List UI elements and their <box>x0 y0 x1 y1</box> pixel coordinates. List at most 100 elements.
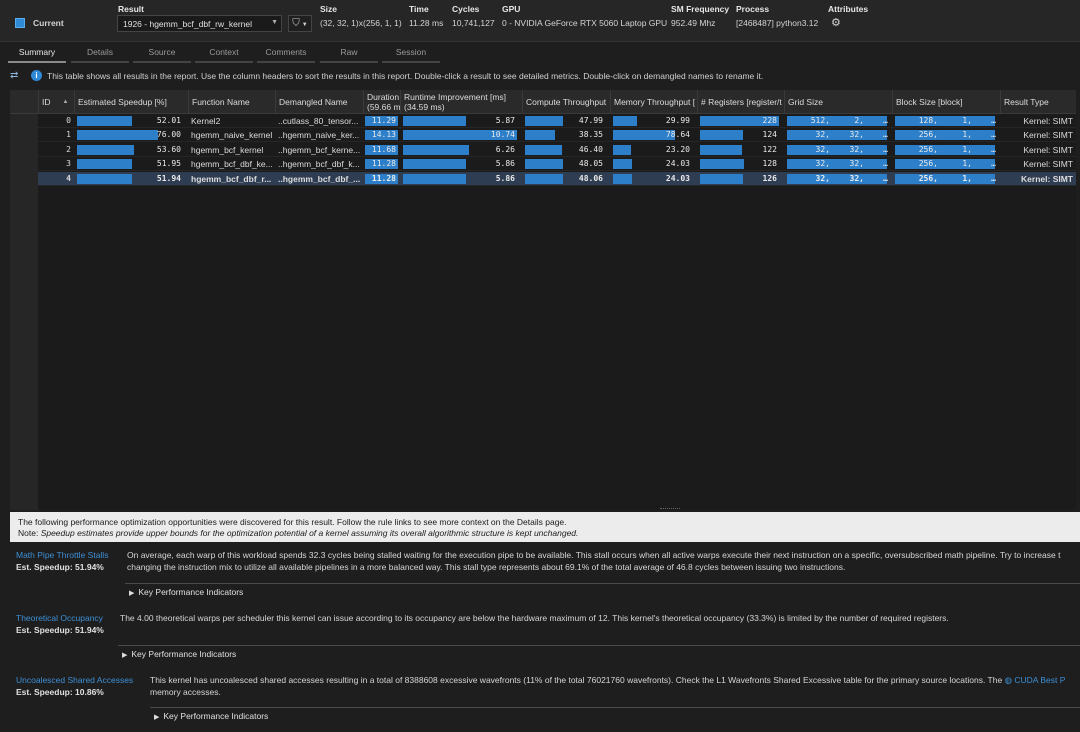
runtime-improvement-value: 5.86 <box>495 173 515 183</box>
row-id: 3 <box>66 159 71 169</box>
col-block-size[interactable]: Block Size [block] <box>892 90 1000 114</box>
block-size-value: 1, <box>962 159 972 169</box>
tab-comments[interactable]: Comments <box>257 47 315 63</box>
tab-details[interactable]: Details <box>71 47 129 63</box>
result-type: Kernel: SIMT <box>1023 144 1073 155</box>
attributes-label: Attributes <box>828 4 869 14</box>
row-id: 2 <box>66 144 71 154</box>
col-blank <box>10 90 38 114</box>
tab-context[interactable]: Context <box>195 47 253 63</box>
kpi-toggle[interactable]: ▶ Key Performance Indicators <box>118 645 1080 661</box>
kpi-toggle[interactable]: ▶ Key Performance Indicators <box>125 583 1080 599</box>
result-type: Kernel: SIMT <box>1023 130 1073 141</box>
speedup-value: 53.60 <box>156 144 181 154</box>
rule-est-speedup: Est. Speedup: 10.86% <box>16 687 104 697</box>
block-size-value: … <box>991 116 996 125</box>
splitter-handle[interactable] <box>660 508 680 510</box>
registers-value: 126 <box>762 173 777 183</box>
caret-right-icon: ▶ <box>129 590 135 597</box>
col-function-name[interactable]: Function Name <box>188 90 275 114</box>
runtime-improvement-value: 5.87 <box>495 116 515 125</box>
rule-link-theoretical-occupancy[interactable]: Theoretical Occupancy <box>16 613 118 623</box>
col-grid-size[interactable]: Grid Size <box>784 90 892 114</box>
col-compute-throughput[interactable]: Compute Throughput <box>522 90 610 114</box>
speedup-value: 52.01 <box>156 116 181 125</box>
demangled-name: ..cutlass_80_tensor... <box>278 116 359 126</box>
current-checkbox[interactable] <box>15 18 25 28</box>
speedup-value: 51.95 <box>156 159 181 169</box>
process-value: [2468487] python3.12 <box>736 18 819 28</box>
col-result-type[interactable]: Result Type <box>1000 90 1076 114</box>
optimization-note: The following performance optimization o… <box>10 512 1080 542</box>
block-size-value: … <box>991 144 996 154</box>
size-value: (32, 32, 1)x(256, 1, 1) <box>320 18 402 28</box>
block-size-value: 1, <box>962 116 972 125</box>
optimization-panel: The following performance optimization o… <box>10 512 1080 732</box>
tab-raw[interactable]: Raw <box>320 47 378 63</box>
tab-session[interactable]: Session <box>382 47 440 63</box>
kpi-toggle[interactable]: ▶ Key Performance Indicators <box>150 707 1080 723</box>
block-size-value: … <box>991 159 996 169</box>
memory-throughput-value: 24.03 <box>665 159 690 169</box>
table-row[interactable]: 1 76.00 hgemm_naive_kernel ..hgemm_naive_ke… <box>10 128 1076 143</box>
compute-throughput-value: 47.99 <box>578 116 603 125</box>
rule-est-speedup: Est. Speedup: 51.94% <box>16 562 104 572</box>
col-memory-throughput[interactable]: Memory Throughput [ <box>610 90 697 114</box>
result-type: Kernel: SIMT <box>1021 173 1073 184</box>
table-row[interactable]: 4 51.94 hgemm_bcf_dbf_r... ..hgemm_bcf_dbf_… <box>10 171 1076 186</box>
runtime-improvement-value: 5.86 <box>495 159 515 169</box>
block-size-value: … <box>991 130 996 140</box>
rule-link-math-pipe-throttle[interactable]: Math Pipe Throttle Stalls <box>16 550 122 560</box>
result-header: Result Size Time Cycles GPU SM Frequency… <box>0 0 1080 42</box>
results-table: ID ▲ Estimated Speedup [%] Function Name … <box>10 90 1076 510</box>
sort-ascending-icon: ▲ <box>62 99 69 105</box>
function-name: Kernel2 <box>191 116 221 126</box>
note-line-2: Speedup estimates provide upper bounds f… <box>40 528 579 538</box>
demangled-name: ..hgemm_naive_ker... <box>278 130 360 141</box>
col-duration[interactable]: Duration (59.66 m <box>363 90 400 114</box>
tab-summary[interactable]: Summary <box>8 47 66 63</box>
col-estimated-speedup[interactable]: Estimated Speedup [%] <box>74 90 188 114</box>
memory-throughput-value: 29.99 <box>665 116 690 125</box>
current-label: Current <box>33 18 64 28</box>
info-text: This table shows all results in the repo… <box>47 71 764 81</box>
refresh-icon[interactable]: ⇄ <box>10 70 18 81</box>
memory-throughput-value: 78.64 <box>665 130 690 140</box>
grid-size-value: 32, <box>849 130 864 140</box>
row-id: 4 <box>66 173 71 183</box>
demangled-name: ..hgemm_bcf_dbf_... <box>278 173 360 184</box>
funnel-icon[interactable]: ⛉ ▼ <box>288 15 312 32</box>
row-id: 0 <box>66 116 71 125</box>
function-name: hgemm_bcf_kernel <box>191 144 264 155</box>
grid-size-value: 32, <box>815 130 830 140</box>
block-size-value: … <box>991 173 996 183</box>
caret-right-icon: ▶ <box>122 652 128 659</box>
table-row[interactable]: 3 51.95 hgemm_bcf_dbf_ke... ..hgemm_bcf_dbf… <box>10 157 1076 172</box>
grid-size-value: … <box>883 144 888 154</box>
table-row[interactable]: 2 53.60 hgemm_bcf_kernel ..hgemm_bcf_kerne.… <box>10 143 1076 157</box>
grid-size-value: 32, <box>815 173 830 183</box>
rule-link-uncoalesced-shared[interactable]: Uncoalesced Shared Accesses <box>16 675 141 685</box>
tab-source[interactable]: Source <box>133 47 191 63</box>
col-runtime-improvement[interactable]: Runtime Improvement [ms] (34.59 ms) <box>400 90 522 114</box>
grid-size-value: … <box>883 173 888 183</box>
grid-size-value: 32, <box>815 144 830 154</box>
runtime-improvement-value: 10.74 <box>490 130 515 140</box>
block-size-value: 1, <box>962 130 972 140</box>
globe-icon: ◍ <box>1004 675 1015 685</box>
registers-value: 124 <box>762 130 777 140</box>
cuda-best-practices-link[interactable]: CUDA Best P <box>1014 675 1065 685</box>
col-demangled-name[interactable]: Demangled Name <box>275 90 363 114</box>
table-row[interactable]: 0 52.01 Kernel2 ..cutlass_80_tensor... 11.29… <box>10 114 1076 128</box>
grid-size-value: 512, <box>810 116 830 125</box>
col-id[interactable]: ID ▲ <box>38 90 74 114</box>
info-icon: i <box>31 70 42 81</box>
time-value: 11.28 ms <box>409 18 444 28</box>
duration-value: 11.68 <box>371 144 396 154</box>
result-select[interactable]: 1926 - hgemm_bcf_dbf_rw_kernel ▼ <box>117 15 282 32</box>
compute-throughput-value: 46.40 <box>578 144 603 154</box>
col-registers[interactable]: # Registers [register/t <box>697 90 784 114</box>
gpu-value: 0 - NVIDIA GeForce RTX 5060 Laptop GPU <box>502 18 668 28</box>
gear-icon[interactable]: ⚙ <box>831 16 841 29</box>
grid-size-value: 32, <box>849 144 864 154</box>
